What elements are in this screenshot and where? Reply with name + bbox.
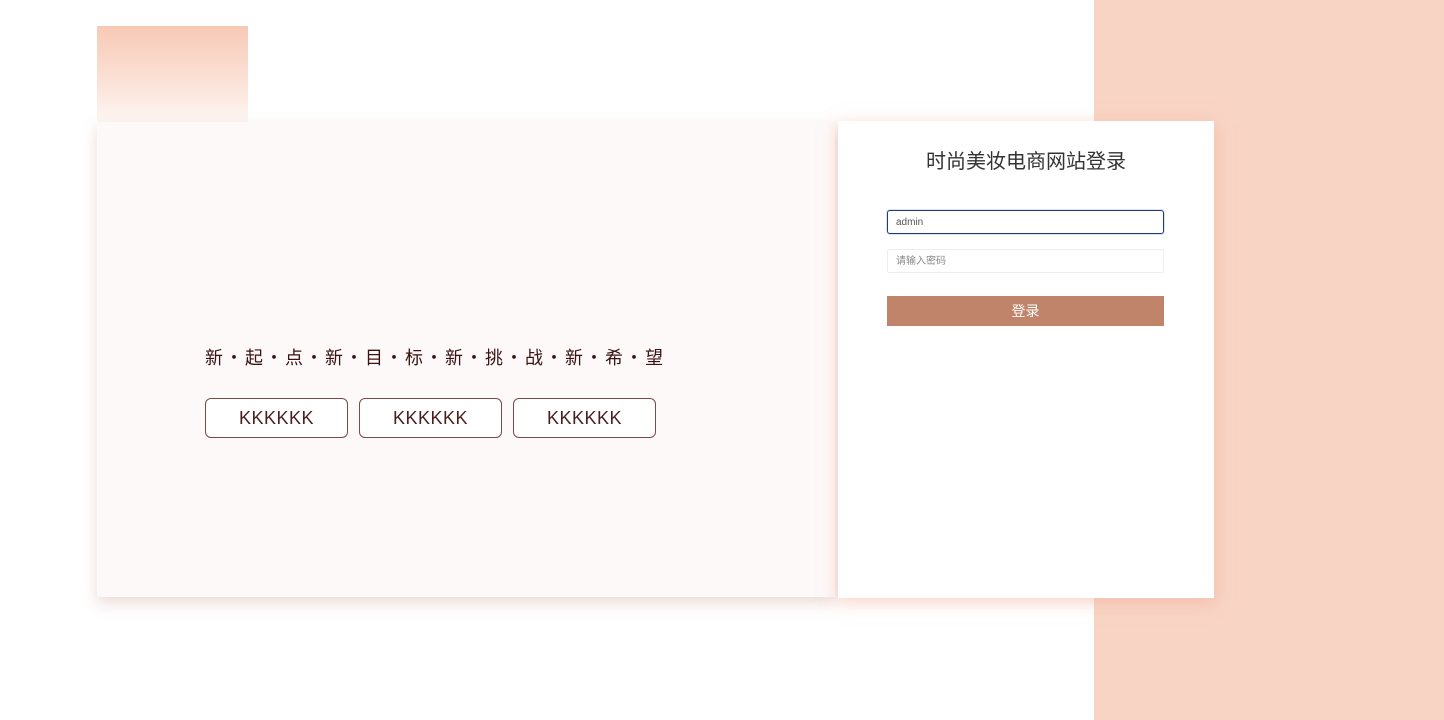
login-button[interactable]: 登录 — [887, 296, 1164, 326]
login-title: 时尚美妆电商网站登录 — [926, 149, 1126, 173]
decorative-gradient-square — [97, 26, 248, 136]
username-input[interactable] — [887, 210, 1164, 234]
hero-panel: 新・起・点・新・目・标・新・挑・战・新・希・望 KKKKKK KKKKKK KK… — [97, 122, 835, 597]
hero-slogan: 新・起・点・新・目・标・新・挑・战・新・希・望 — [205, 348, 665, 369]
hero-tag-row: KKKKKK KKKKKK KKKKKK — [205, 398, 656, 438]
login-page: 新・起・点・新・目・标・新・挑・战・新・希・望 KKKKKK KKKKKK KK… — [0, 0, 1444, 720]
login-form-panel: 时尚美妆电商网站登录 登录 — [838, 121, 1214, 598]
password-input[interactable] — [887, 249, 1164, 273]
hero-tag-button[interactable]: KKKKKK — [359, 398, 502, 438]
hero-tag-button[interactable]: KKKKKK — [205, 398, 348, 438]
hero-tag-button[interactable]: KKKKKK — [513, 398, 656, 438]
